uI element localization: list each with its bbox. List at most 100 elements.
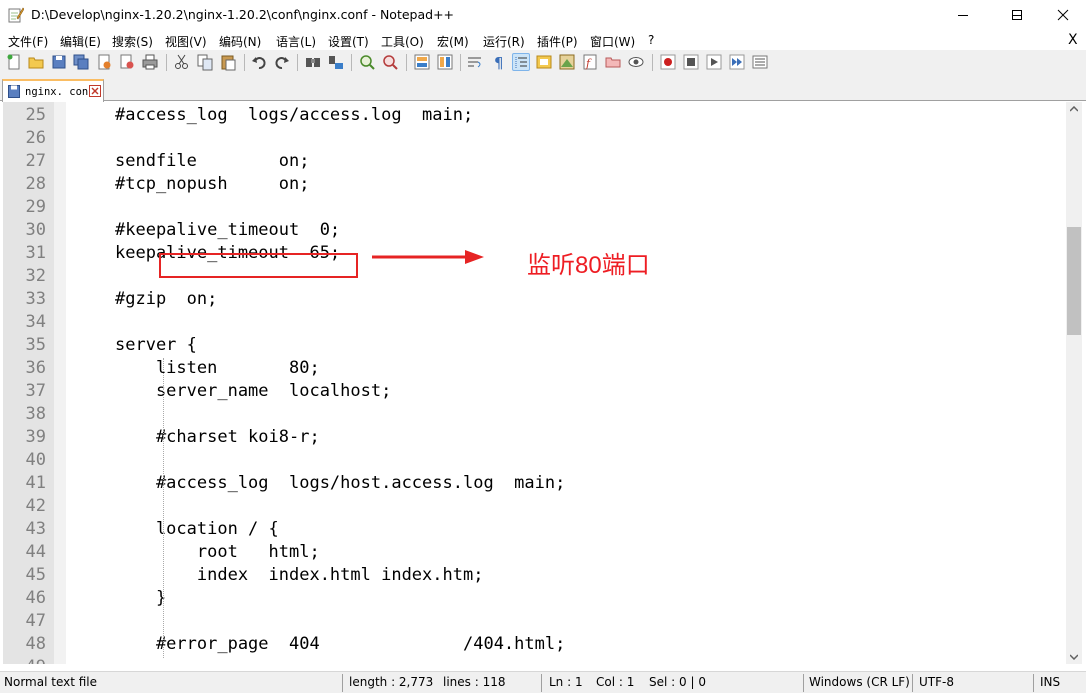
minimize-button-real[interactable] [940,0,986,30]
zoom-in-icon[interactable] [358,53,376,71]
svg-text:¶: ¶ [494,54,504,71]
function-list-icon[interactable]: f [581,53,599,71]
code-line[interactable]: location / { [115,518,279,541]
status-lines: lines : 118 [443,675,506,689]
close-document-button[interactable]: X [1068,32,1078,48]
open-file-icon[interactable] [27,53,45,71]
editor-area[interactable]: 25 #access_log logs/access.log main; 26 27 s… [0,102,1066,664]
menu-macro[interactable]: 宏(M) [437,33,469,50]
save-all-icon[interactable] [72,53,90,71]
undo-icon[interactable] [250,53,268,71]
line-number: 47 [25,611,46,631]
code-line[interactable]: #keepalive_timeout 0; [115,219,340,242]
menu-file[interactable]: 文件(F) [8,33,48,50]
status-separator [912,674,913,692]
close-window-button[interactable] [1040,0,1086,30]
line-number: 31 [25,243,46,263]
line-number: 25 [25,105,46,125]
user-defined-language-icon[interactable] [535,53,553,71]
show-all-chars-icon[interactable]: ¶ [489,53,507,72]
replace-icon[interactable] [327,53,345,71]
code-line[interactable]: server { [115,334,197,357]
line-number: 27 [25,151,46,171]
code-line[interactable]: server_name localhost; [115,380,391,403]
code-line[interactable]: listen 80; [115,357,320,380]
menu-view[interactable]: 视图(V) [165,33,207,50]
vertical-scrollbar[interactable] [1066,102,1082,664]
print-icon[interactable] [141,53,159,71]
menu-run[interactable]: 运行(R) [483,33,525,50]
line-number: 49 [0,656,46,664]
sync-vertical-icon[interactable] [413,53,431,71]
status-separator [342,674,343,692]
word-wrap-icon[interactable] [466,53,484,71]
folder-workspace-icon[interactable] [604,53,622,71]
menu-tools[interactable]: 工具(O) [381,33,424,50]
copy-icon[interactable] [196,53,214,71]
paste-icon[interactable] [219,53,237,71]
status-sel: Sel : 0 | 0 [649,675,706,689]
code-line[interactable]: #gzip on; [115,288,217,311]
saved-file-icon [8,85,20,98]
menu-plugins[interactable]: 插件(P) [537,33,578,50]
status-file-type: Normal text file [4,675,98,689]
code-line[interactable]: index index.html index.htm; [115,564,484,587]
find-icon[interactable] [304,53,322,71]
line-number: 48 [25,634,46,654]
tab-nginx-conf[interactable]: nginx. conf [2,79,104,102]
menu-search[interactable]: 搜索(S) [112,33,153,50]
zoom-out-icon[interactable] [381,53,399,71]
toolbar-separator [406,54,407,71]
status-encoding: UTF-8 [919,675,954,689]
menu-window[interactable]: 窗口(W) [590,33,635,50]
sync-horizontal-icon[interactable] [436,53,454,71]
code-line[interactable]: #charset koi8-r; [115,426,320,449]
close-icon [1057,9,1069,21]
status-bar: Normal text file length : 2,773 lines : … [0,671,1086,693]
close-all-icon[interactable] [118,53,136,71]
vertical-scroll-thumb[interactable] [1067,227,1081,335]
redo-icon[interactable] [273,53,291,71]
maximize-button[interactable] [994,0,1040,30]
code-line[interactable]: #access_log logs/host.access.log main; [115,472,565,495]
menu-settings[interactable]: 设置(T) [328,33,369,50]
line-number: 32 [25,266,46,286]
tab-close-icon[interactable] [89,85,101,97]
code-line[interactable]: } [115,587,166,610]
run-macro-multiple-icon[interactable] [728,53,746,71]
new-file-icon[interactable] [5,53,23,71]
toolbar-separator [244,54,245,71]
scroll-down-icon[interactable] [1070,654,1078,660]
code-line[interactable]: root html; [115,541,320,564]
notepad-plus-plus-app-icon [8,7,24,23]
line-number: 43 [25,519,46,539]
status-eol: Windows (CR LF) [809,675,910,689]
close-file-icon[interactable] [95,53,113,71]
monitoring-icon[interactable] [627,53,645,71]
menu-encoding[interactable]: 编码(N) [219,33,261,50]
menu-language[interactable]: 语言(L) [276,33,316,50]
indent-guide-icon[interactable] [512,53,530,71]
menu-edit[interactable]: 编辑(E) [60,33,101,50]
code-line[interactable]: #tcp_nopush on; [115,173,309,196]
stop-macro-icon[interactable] [682,53,700,71]
status-separator [803,674,804,692]
document-map-icon[interactable] [558,53,576,71]
line-number: 28 [25,174,46,194]
status-col: Col : 1 [596,675,635,689]
code-line[interactable]: #error_page 404 /404.html; [115,633,565,656]
menu-help[interactable]: ? [648,33,654,47]
window-title: D:\Develop\nginx-1.20.2\nginx-1.20.2\con… [31,7,455,22]
play-macro-icon[interactable] [705,53,723,71]
red-arrow-icon [372,250,484,264]
toolbar-separator [652,54,653,71]
scroll-up-icon[interactable] [1070,106,1078,112]
save-icon[interactable] [50,53,68,71]
fold-margin[interactable] [54,102,66,664]
save-macro-icon[interactable] [751,53,769,71]
line-number: 33 [25,289,46,309]
code-line[interactable]: sendfile on; [115,150,309,173]
record-macro-icon[interactable] [659,53,677,71]
cut-icon[interactable] [173,53,191,71]
code-line[interactable]: #access_log logs/access.log main; [115,104,473,127]
